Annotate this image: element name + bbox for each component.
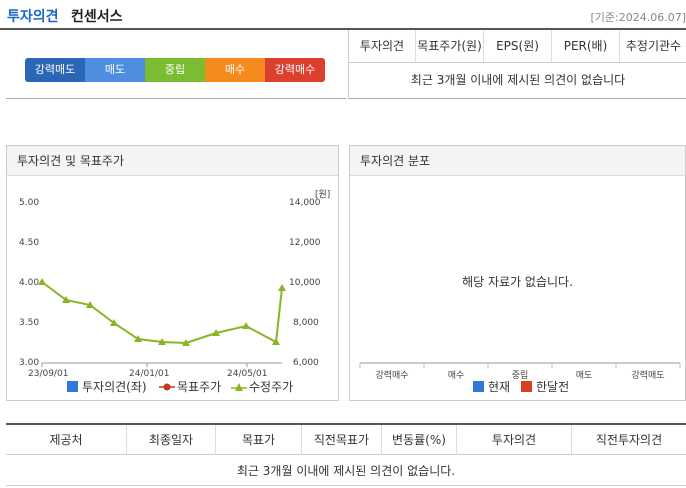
opinion-scale-panel: 강력매도 매도 중립 매수 강력매수 — [6, 30, 346, 99]
legend-square-icon — [473, 381, 484, 392]
reference-date: [기준:2024.06.07] — [590, 11, 686, 24]
table-empty-message: 최근 3개월 이내에 제시된 의견이 없습니다. — [6, 456, 686, 486]
data-point-marker[interactable] — [38, 278, 46, 285]
header-title-secondary: 컨센서스 — [71, 9, 123, 25]
line-circle-icon — [159, 383, 175, 391]
scale-strong-buy: 강력매수 — [265, 58, 325, 82]
scale-sell: 매도 — [85, 58, 145, 82]
col-change-rate: 변동률(%) — [382, 425, 457, 455]
table-header-row: 제공처 최종일자 목표가 직전목표가 변동률(%) 투자의견 직전투자의견 — [6, 423, 686, 455]
col-prev-opinion: 직전투자의견 — [595, 433, 663, 447]
col-per: PER(배) — [552, 30, 620, 62]
data-point-marker[interactable] — [278, 284, 286, 291]
distribution-axis — [359, 362, 681, 368]
legend-adjusted-price: 수정주가 — [231, 378, 293, 395]
col-opinion: 투자의견 — [349, 30, 416, 62]
provider-opinion-table: 제공처 최종일자 목표가 직전목표가 변동률(%) 투자의견 직전투자의견 최근… — [6, 423, 686, 488]
consensus-table: 투자의견 목표주가(원) EPS(원) PER(배) 추정기관수 최근 3개월 … — [348, 30, 686, 99]
scale-strong-sell: 강력매도 — [25, 58, 85, 82]
scale-buy: 매수 — [205, 58, 265, 82]
line-triangle-icon — [231, 383, 247, 391]
legend-square-icon — [67, 381, 78, 392]
col-eps: EPS(원) — [484, 30, 552, 62]
legend-target-price: 목표주가 — [159, 378, 221, 395]
series-line — [41, 281, 283, 345]
col-target-price: 목표주가(원) — [416, 30, 484, 62]
category-tick: 강력매수 — [375, 371, 409, 381]
col-estimator-count: 추정기관수 — [620, 30, 686, 62]
data-point-marker[interactable] — [242, 322, 250, 329]
opinion-distribution-panel: 투자의견 분포 해당 자료가 없습니다. 강력매수 매수 중립 매도 강력매도 … — [349, 145, 686, 401]
scale-neutral: 중립 — [145, 58, 205, 82]
category-tick: 강력매도 — [631, 371, 665, 381]
col-target: 목표가 — [216, 425, 302, 455]
legend-opinion: 투자의견(좌) — [67, 378, 147, 395]
section-header: 투자의견 컨센서스 [기준:2024.06.07] — [0, 0, 686, 30]
legend-square-icon — [521, 381, 532, 392]
col-last-date: 최종일자 — [127, 425, 216, 455]
col-opinion: 투자의견 — [457, 425, 572, 455]
header-title-primary: 투자의견 — [7, 9, 59, 25]
legend-current: 현재 — [473, 378, 510, 395]
opinion-target-chart-panel: 투자의견 및 목표주가 5.00 4.50 4.00 3.50 3.00 [원]… — [6, 145, 339, 401]
consensus-empty-message: 최근 3개월 이내에 제시된 의견이 없습니다 — [410, 73, 626, 87]
price-line-plot — [38, 278, 286, 367]
col-provider: 제공처 — [6, 425, 127, 455]
col-prev-target: 직전목표가 — [302, 425, 382, 455]
legend-month-ago: 한달전 — [521, 378, 569, 395]
